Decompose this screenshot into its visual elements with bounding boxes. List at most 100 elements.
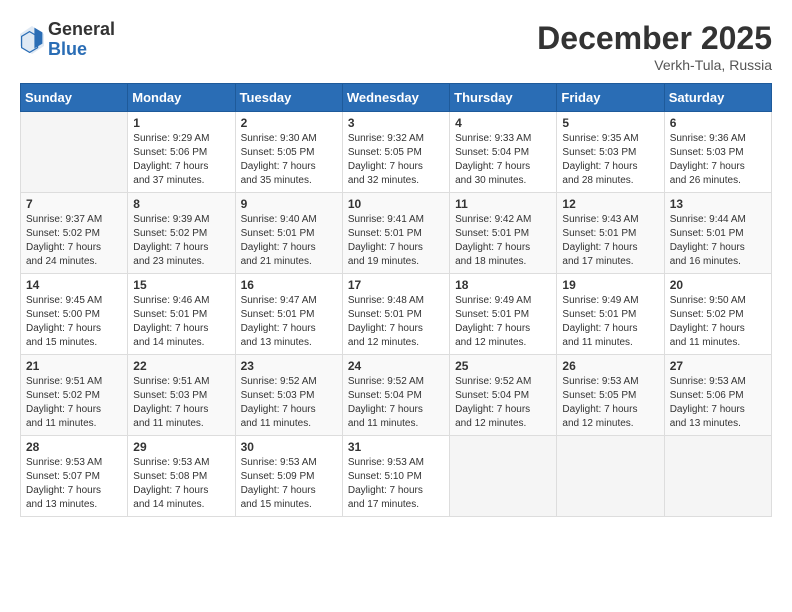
day-number: 22: [133, 359, 229, 373]
day-info: Sunrise: 9:42 AM Sunset: 5:01 PM Dayligh…: [455, 213, 551, 269]
day-number: 7: [26, 197, 122, 211]
day-number: 24: [348, 359, 444, 373]
day-number: 1: [133, 116, 229, 130]
day-info: Sunrise: 9:44 AM Sunset: 5:01 PM Dayligh…: [670, 213, 766, 269]
calendar-cell: 16 Sunrise: 9:47 AM Sunset: 5:01 PM Dayli…: [235, 274, 342, 355]
calendar-cell: 8 Sunrise: 9:39 AM Sunset: 5:02 PM Daylig…: [128, 193, 235, 274]
day-info: Sunrise: 9:43 AM Sunset: 5:01 PM Dayligh…: [562, 213, 658, 269]
calendar-cell: 14 Sunrise: 9:45 AM Sunset: 5:00 PM Dayli…: [21, 274, 128, 355]
day-header-sunday: Sunday: [21, 84, 128, 112]
calendar-cell: 15 Sunrise: 9:46 AM Sunset: 5:01 PM Dayli…: [128, 274, 235, 355]
logo-general-text: General: [48, 20, 115, 40]
day-number: 3: [348, 116, 444, 130]
calendar-cell: 9Sunrise: 9:40 AM Sunset: 5:01 PM Daylig…: [235, 193, 342, 274]
day-number: 21: [26, 359, 122, 373]
day-number: 2: [241, 116, 337, 130]
calendar-cell: 30Sunrise: 9:53 AM Sunset: 5:09 PM Dayli…: [235, 436, 342, 517]
day-number: 10: [348, 197, 444, 211]
day-info: Sunrise: 9:45 AM Sunset: 5:00 PM Dayligh…: [26, 294, 122, 350]
calendar-table: SundayMondayTuesdayWednesdayThursdayFrid…: [20, 83, 772, 517]
calendar-cell: 18 Sunrise: 9:49 AM Sunset: 5:01 PM Dayli…: [450, 274, 557, 355]
day-info: Sunrise: 9:52 AM Sunset: 5:04 PM Dayligh…: [348, 375, 444, 431]
calendar-cell: [557, 436, 664, 517]
day-info: Sunrise: 9:41 AM Sunset: 5:01 PM Dayligh…: [348, 213, 444, 269]
day-info: Sunrise: 9:49 AM Sunset: 5:01 PM Dayligh…: [455, 294, 551, 350]
day-info: Sunrise: 9:48 AM Sunset: 5:01 PM Dayligh…: [348, 294, 444, 350]
calendar-cell: 3 Sunrise: 9:32 AM Sunset: 5:05 PM Daylig…: [342, 112, 449, 193]
day-number: 11: [455, 197, 551, 211]
day-number: 14: [26, 278, 122, 292]
day-info: Sunrise: 9:36 AM Sunset: 5:03 PM Dayligh…: [670, 132, 766, 188]
day-number: 6: [670, 116, 766, 130]
calendar-cell: 17 Sunrise: 9:48 AM Sunset: 5:01 PM Dayli…: [342, 274, 449, 355]
calendar-cell: 7 Sunrise: 9:37 AM Sunset: 5:02 PM Daylig…: [21, 193, 128, 274]
calendar-cell: [450, 436, 557, 517]
day-number: 4: [455, 116, 551, 130]
day-number: 5: [562, 116, 658, 130]
day-info: Sunrise: 9:29 AM Sunset: 5:06 PM Dayligh…: [133, 132, 229, 188]
day-number: 13: [670, 197, 766, 211]
day-info: Sunrise: 9:53 AM Sunset: 5:07 PM Dayligh…: [26, 456, 122, 512]
day-info: Sunrise: 9:39 AM Sunset: 5:02 PM Dayligh…: [133, 213, 229, 269]
day-header-monday: Monday: [128, 84, 235, 112]
logo-blue-text: Blue: [48, 40, 115, 60]
day-header-saturday: Saturday: [664, 84, 771, 112]
day-info: Sunrise: 9:52 AM Sunset: 5:04 PM Dayligh…: [455, 375, 551, 431]
calendar-cell: 1 Sunrise: 9:29 AM Sunset: 5:06 PM Daylig…: [128, 112, 235, 193]
calendar-cell: 25Sunrise: 9:52 AM Sunset: 5:04 PM Dayli…: [450, 355, 557, 436]
day-info: Sunrise: 9:53 AM Sunset: 5:08 PM Dayligh…: [133, 456, 229, 512]
day-number: 28: [26, 440, 122, 454]
day-number: 18: [455, 278, 551, 292]
day-info: Sunrise: 9:46 AM Sunset: 5:01 PM Dayligh…: [133, 294, 229, 350]
location-text: Verkh-Tula, Russia: [537, 57, 772, 73]
calendar-cell: 23Sunrise: 9:52 AM Sunset: 5:03 PM Dayli…: [235, 355, 342, 436]
calendar-cell: 5Sunrise: 9:35 AM Sunset: 5:03 PM Daylig…: [557, 112, 664, 193]
day-info: Sunrise: 9:32 AM Sunset: 5:05 PM Dayligh…: [348, 132, 444, 188]
calendar-cell: 2 Sunrise: 9:30 AM Sunset: 5:05 PM Daylig…: [235, 112, 342, 193]
day-info: Sunrise: 9:53 AM Sunset: 5:10 PM Dayligh…: [348, 456, 444, 512]
day-info: Sunrise: 9:49 AM Sunset: 5:01 PM Dayligh…: [562, 294, 658, 350]
day-header-thursday: Thursday: [450, 84, 557, 112]
day-info: Sunrise: 9:47 AM Sunset: 5:01 PM Dayligh…: [241, 294, 337, 350]
day-header-friday: Friday: [557, 84, 664, 112]
day-header-wednesday: Wednesday: [342, 84, 449, 112]
title-block: December 2025 Verkh-Tula, Russia: [537, 20, 772, 73]
calendar-cell: 22 Sunrise: 9:51 AM Sunset: 5:03 PM Dayli…: [128, 355, 235, 436]
calendar-week-1: 1 Sunrise: 9:29 AM Sunset: 5:06 PM Daylig…: [21, 112, 772, 193]
calendar-week-2: 7 Sunrise: 9:37 AM Sunset: 5:02 PM Daylig…: [21, 193, 772, 274]
day-number: 19: [562, 278, 658, 292]
logo-icon: [20, 26, 44, 54]
calendar-cell: 27 Sunrise: 9:53 AM Sunset: 5:06 PM Dayli…: [664, 355, 771, 436]
day-number: 27: [670, 359, 766, 373]
calendar-cell: 28 Sunrise: 9:53 AM Sunset: 5:07 PM Dayli…: [21, 436, 128, 517]
day-number: 17: [348, 278, 444, 292]
calendar-cell: 20 Sunrise: 9:50 AM Sunset: 5:02 PM Dayli…: [664, 274, 771, 355]
logo: General Blue: [20, 20, 115, 60]
day-info: Sunrise: 9:37 AM Sunset: 5:02 PM Dayligh…: [26, 213, 122, 269]
day-info: Sunrise: 9:51 AM Sunset: 5:02 PM Dayligh…: [26, 375, 122, 431]
day-number: 16: [241, 278, 337, 292]
day-info: Sunrise: 9:53 AM Sunset: 5:05 PM Dayligh…: [562, 375, 658, 431]
day-number: 12: [562, 197, 658, 211]
day-info: Sunrise: 9:30 AM Sunset: 5:05 PM Dayligh…: [241, 132, 337, 188]
day-info: Sunrise: 9:50 AM Sunset: 5:02 PM Dayligh…: [670, 294, 766, 350]
day-number: 29: [133, 440, 229, 454]
calendar-body: 1 Sunrise: 9:29 AM Sunset: 5:06 PM Daylig…: [21, 112, 772, 517]
day-header-tuesday: Tuesday: [235, 84, 342, 112]
day-number: 20: [670, 278, 766, 292]
day-info: Sunrise: 9:40 AM Sunset: 5:01 PM Dayligh…: [241, 213, 337, 269]
calendar-week-4: 21 Sunrise: 9:51 AM Sunset: 5:02 PM Dayli…: [21, 355, 772, 436]
day-number: 23: [241, 359, 337, 373]
day-number: 30: [241, 440, 337, 454]
day-info: Sunrise: 9:53 AM Sunset: 5:06 PM Dayligh…: [670, 375, 766, 431]
calendar-cell: 26Sunrise: 9:53 AM Sunset: 5:05 PM Dayli…: [557, 355, 664, 436]
day-info: Sunrise: 9:51 AM Sunset: 5:03 PM Dayligh…: [133, 375, 229, 431]
calendar-cell: 29 Sunrise: 9:53 AM Sunset: 5:08 PM Dayli…: [128, 436, 235, 517]
calendar-cell: 6 Sunrise: 9:36 AM Sunset: 5:03 PM Daylig…: [664, 112, 771, 193]
day-number: 15: [133, 278, 229, 292]
calendar-cell: 13 Sunrise: 9:44 AM Sunset: 5:01 PM Dayli…: [664, 193, 771, 274]
calendar-cell: 11 Sunrise: 9:42 AM Sunset: 5:01 PM Dayli…: [450, 193, 557, 274]
calendar-header: SundayMondayTuesdayWednesdayThursdayFrid…: [21, 84, 772, 112]
day-number: 8: [133, 197, 229, 211]
day-number: 31: [348, 440, 444, 454]
